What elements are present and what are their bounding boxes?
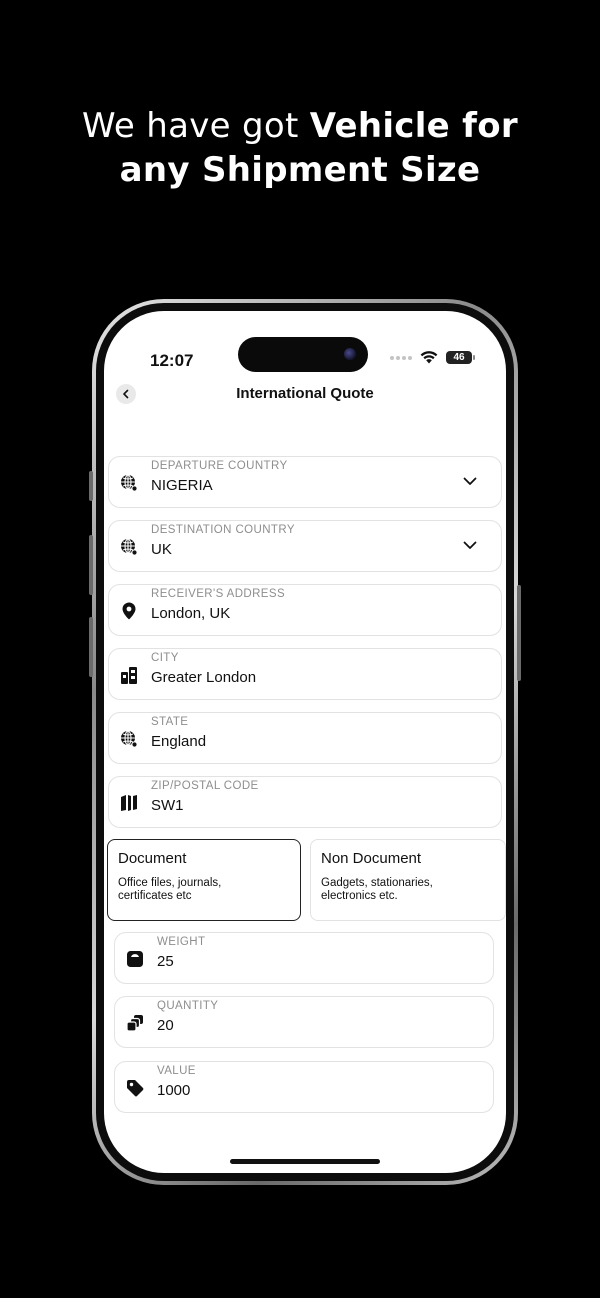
non-document-description: Gadgets, stationaries, electronics etc. <box>321 877 433 902</box>
state-value: England <box>151 733 207 750</box>
value-label: VALUE <box>157 1065 196 1077</box>
buildings-icon <box>121 667 137 684</box>
chevron-down-icon <box>463 541 477 549</box>
page-title: International Quote <box>236 385 374 402</box>
non-document-title: Non Document <box>321 850 422 867</box>
stack-icon <box>126 1015 143 1032</box>
cellular-signal-icon <box>390 355 412 360</box>
quantity-value: 20 <box>157 1017 174 1034</box>
zip-code-label: ZIP/POSTAL CODE <box>151 780 259 792</box>
battery-icon: 46 <box>446 351 475 364</box>
zip-code-input[interactable]: ZIP/POSTAL CODE SW1 <box>108 776 502 828</box>
city-input[interactable]: CITY Greater London <box>108 648 502 700</box>
price-tag-icon <box>127 1080 144 1097</box>
quantity-input[interactable]: QUANTITY 20 <box>114 996 494 1048</box>
document-title: Document <box>118 850 187 867</box>
power-button <box>517 585 521 681</box>
shipment-type-document[interactable]: Document Office files, journals, certifi… <box>107 839 301 921</box>
globe-search-icon <box>121 538 138 556</box>
dynamic-island <box>238 337 368 372</box>
weight-value: 25 <box>157 953 174 970</box>
headline-line2: any Shipment Size <box>119 150 481 190</box>
state-label: STATE <box>151 716 189 728</box>
volume-down-button <box>89 617 93 677</box>
state-input[interactable]: STATE England <box>108 712 502 764</box>
receiver-address-input[interactable]: RECEIVER'S ADDRESS London, UK <box>108 584 502 636</box>
city-label: CITY <box>151 652 179 664</box>
weight-input[interactable]: WEIGHT 25 <box>114 932 494 984</box>
receiver-address-value: London, UK <box>151 605 231 622</box>
phone-frame: 12:07 46 International Quote DEPARTURE C… <box>89 299 521 1185</box>
document-description: Office files, journals, certificates etc <box>118 877 222 902</box>
departure-country-label: DEPARTURE COUNTRY <box>151 460 288 472</box>
map-icon <box>121 795 137 811</box>
phone-screen: 12:07 46 International Quote DEPARTURE C… <box>104 311 506 1173</box>
quantity-label: QUANTITY <box>157 1000 219 1012</box>
destination-country-select[interactable]: DESTINATION COUNTRY UK <box>108 520 502 572</box>
headline-bold: Vehicle for <box>309 106 518 146</box>
globe-search-icon <box>121 474 138 492</box>
value-value: 1000 <box>157 1082 191 1099</box>
destination-country-label: DESTINATION COUNTRY <box>151 524 295 536</box>
departure-country-select[interactable]: DEPARTURE COUNTRY NIGERIA <box>108 456 502 508</box>
scale-icon <box>127 951 143 967</box>
phone-bezel: 12:07 46 International Quote DEPARTURE C… <box>96 303 514 1181</box>
status-time: 12:07 <box>150 351 194 370</box>
marketing-headline: We have got Vehicle for any Shipment Siz… <box>0 104 600 192</box>
action-button <box>89 471 93 501</box>
headline-light: We have got <box>81 106 310 146</box>
city-value: Greater London <box>151 669 257 686</box>
value-input[interactable]: VALUE 1000 <box>114 1061 494 1113</box>
camera-icon <box>344 348 356 360</box>
home-indicator[interactable] <box>230 1159 380 1164</box>
zip-code-value: SW1 <box>151 797 184 814</box>
location-pin-icon <box>122 602 136 620</box>
globe-search-icon <box>121 730 138 748</box>
weight-label: WEIGHT <box>157 936 206 948</box>
destination-country-value: UK <box>151 541 172 558</box>
departure-country-value: NIGERIA <box>151 477 213 494</box>
shipment-type-non-document[interactable]: Non Document Gadgets, stationaries, elec… <box>310 839 506 921</box>
receiver-address-label: RECEIVER'S ADDRESS <box>151 588 286 600</box>
chevron-down-icon <box>463 477 477 485</box>
status-indicators: 46 <box>390 351 475 364</box>
volume-up-button <box>89 535 93 595</box>
wifi-icon <box>420 351 438 364</box>
